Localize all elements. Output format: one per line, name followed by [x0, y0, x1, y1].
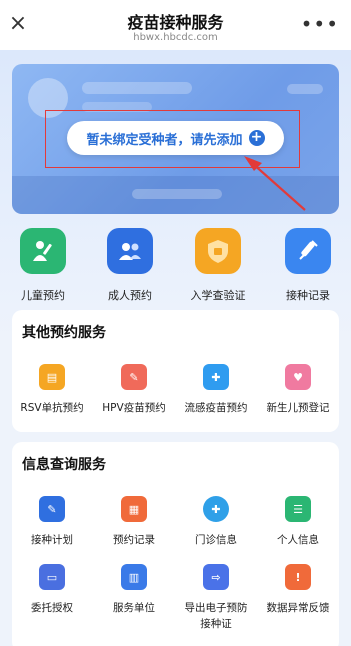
adult-users-icon [107, 228, 153, 274]
record-icon: ▦ [121, 496, 147, 522]
info-services-section: 信息查询服务 ✎ 接种计划 ▦ 预约记录 ✚ 门诊信息 ☰ 个人信息 ▭ 委托授… [12, 442, 339, 646]
service-label: 流感疫苗预约 [184, 402, 248, 414]
info-label: 预约记录 [113, 534, 155, 546]
other-services-section: 其他预约服务 ▤ RSV单抗预约 ✎ HPV疫苗预约 ✚ 流感疫苗预约 ♥ 新生… [12, 310, 339, 432]
clinic-icon: ✚ [203, 496, 229, 522]
rsv-icon: ▤ [39, 364, 65, 390]
info-label: 委托授权 [31, 602, 73, 614]
id-card-icon: ☰ [285, 496, 311, 522]
info-service-unit[interactable]: ▥ 服务单位 [94, 564, 174, 616]
section-title: 其他预约服务 [22, 325, 106, 341]
quick-label: 成人预约 [108, 289, 152, 302]
info-export-certificate[interactable]: ⇨ 导出电子预防接种证 [176, 564, 256, 632]
info-label: 接种计划 [31, 534, 73, 546]
plan-icon: ✎ [39, 496, 65, 522]
info-label: 数据异常反馈 [266, 602, 330, 614]
authorize-icon: ▭ [39, 564, 65, 590]
quick-adult-booking[interactable]: 成人预约 [100, 228, 160, 303]
building-icon: ▥ [121, 564, 147, 590]
info-clinic[interactable]: ✚ 门诊信息 [176, 496, 256, 548]
service-flu[interactable]: ✚ 流感疫苗预约 [176, 364, 256, 416]
quick-vaccination-record[interactable]: 接种记录 [278, 228, 338, 303]
syringe-icon [285, 228, 331, 274]
service-label: HPV疫苗预约 [102, 402, 166, 414]
info-label: 服务单位 [113, 602, 155, 614]
hpv-icon: ✎ [121, 364, 147, 390]
info-label: 门诊信息 [195, 534, 237, 546]
service-hpv[interactable]: ✎ HPV疫苗预约 [94, 364, 174, 416]
info-authorize[interactable]: ▭ 委托授权 [12, 564, 92, 616]
info-plan[interactable]: ✎ 接种计划 [12, 496, 92, 548]
section-title: 信息查询服务 [22, 457, 106, 473]
service-rsv[interactable]: ▤ RSV单抗预约 [12, 364, 92, 416]
child-vaccine-icon [20, 228, 66, 274]
quick-child-booking[interactable]: 儿童预约 [13, 228, 73, 303]
service-label: 新生儿预登记 [266, 402, 330, 414]
quick-label: 接种记录 [286, 289, 330, 302]
school-badge-icon [195, 228, 241, 274]
info-label: 个人信息 [277, 534, 319, 546]
feedback-icon: ! [285, 564, 311, 590]
service-label: RSV单抗预约 [20, 402, 84, 414]
quick-label: 入学查验证 [190, 289, 246, 302]
newborn-icon: ♥ [285, 364, 311, 390]
quick-label: 儿童预约 [21, 289, 65, 302]
flu-icon: ✚ [203, 364, 229, 390]
info-label: 导出电子预防接种证 [184, 602, 248, 630]
quick-school-check[interactable]: 入学查验证 [188, 228, 248, 303]
info-personal[interactable]: ☰ 个人信息 [258, 496, 338, 548]
info-booking-record[interactable]: ▦ 预约记录 [94, 496, 174, 548]
info-feedback[interactable]: ! 数据异常反馈 [258, 564, 338, 616]
export-icon: ⇨ [203, 564, 229, 590]
service-newborn[interactable]: ♥ 新生儿预登记 [258, 364, 338, 416]
